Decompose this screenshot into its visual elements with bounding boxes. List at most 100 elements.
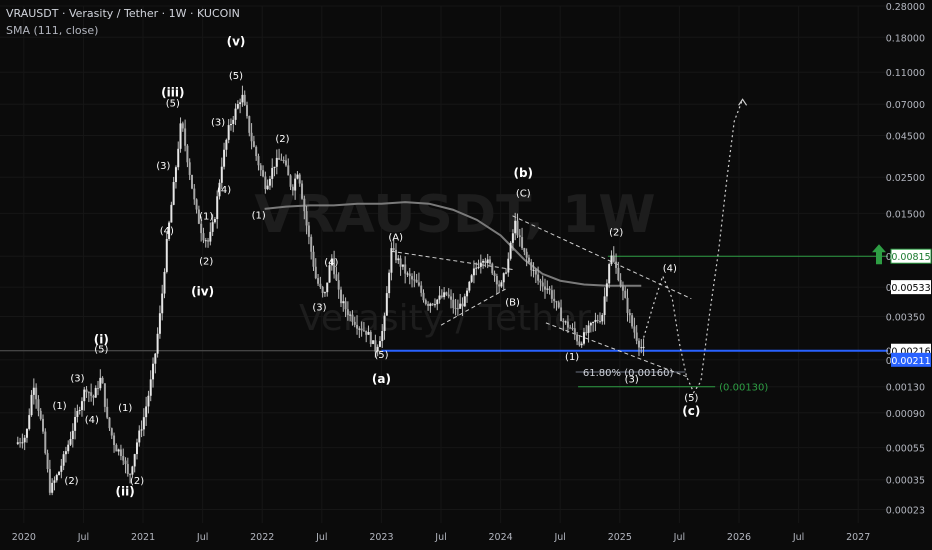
candle-body [610,255,613,265]
time-tick-label: Jul [315,532,327,543]
candle-body [124,460,127,465]
candle-body [149,379,152,396]
candle-body [248,116,251,133]
candle-body [456,308,459,310]
chart-container[interactable]: VRAUSDT, 1W Verasity / Tether 61.80% (0.0… [0,0,932,550]
candle-body [582,332,585,344]
candle-body [236,104,239,109]
candle-body [126,464,129,474]
candle-body [550,290,553,299]
candle-body [488,259,491,264]
candle-body [296,174,299,179]
candle-body [103,383,106,407]
candle-body [475,267,478,269]
projection-path [643,98,748,394]
candle-body [576,334,579,342]
wave-label: (3) [156,161,170,172]
candle-body [319,283,322,287]
candle-body [498,284,501,287]
candle-body [518,235,521,238]
candle-body [67,444,70,452]
time-tick-label: Jul [434,532,446,543]
price-tick-label: 0.00055 [886,444,925,455]
candle-body [415,279,418,283]
time-tick-label: 2023 [369,532,393,543]
candle-body [454,307,457,309]
price-tick-label: 0.00350 [886,313,925,324]
time-tick-label: Jul [196,532,208,543]
candle-body [117,449,120,452]
candle-body [599,321,602,323]
candle-body [76,410,79,418]
wave-label: (B) [505,297,520,308]
time-axis: 2020 Jul 2021 Jul 2022 Jul 2023 Jul 2024 Jul 2025 J… [12,532,871,543]
price-chart[interactable]: VRAUSDT, 1WVerasity / Tether 61.80% (0.0… [0,0,932,550]
candle-body [85,389,88,393]
candle-body [450,296,453,300]
candle-body [477,266,480,268]
candle-body [589,322,592,326]
candle-body [193,188,196,200]
price-badge-text: 0.00815 [891,252,930,263]
projection-curve [643,99,744,394]
candle-body [443,292,446,298]
candle-body [113,435,116,446]
candle-body [369,332,372,344]
trendline [390,250,513,270]
price-tick-label: 0.02500 [886,173,925,184]
candle-body [220,166,223,183]
time-tick-label: 2022 [250,532,274,543]
price-axis-bg [888,0,932,550]
candle-body [445,292,448,295]
price-badge-text: 0.00533 [891,283,930,294]
candle-body [291,186,294,191]
indicator-legend[interactable]: SMA (111, close) [6,24,98,37]
candle-body [397,258,400,261]
candle-body [48,469,51,493]
candle-body [447,294,450,297]
price-tick-label: 0.04500 [886,132,925,143]
candle-body [573,328,576,335]
candle-body [505,272,508,274]
wave-label: (5) [166,98,180,109]
candle-body [392,248,395,250]
wave-label: (2) [275,134,289,145]
candle-body [388,272,391,294]
candle-body [553,298,556,302]
candle-body [461,303,464,307]
candle-body [101,377,104,384]
candle-body [262,170,265,177]
candle-body [97,387,100,389]
candle-body [223,149,226,167]
candle-body [401,264,404,267]
candle-body [209,231,212,242]
candle-body [174,167,177,183]
candle-body [216,196,219,220]
candle-body [463,296,466,307]
candle-body [94,387,97,398]
candle-body [259,165,262,171]
candle-body [28,415,31,429]
candle-body [624,290,627,298]
candle-body [339,289,342,304]
candle-body [321,286,324,293]
candle-body [317,278,320,284]
candle-body [280,159,283,161]
candle-body [637,340,640,348]
candle-body [493,273,496,276]
candle-body [239,102,242,105]
candle-body [362,330,365,332]
candle-body [188,162,191,175]
candle-body [266,185,269,190]
wave-label: (c) [682,404,700,418]
candle-body [195,199,198,210]
candle-body [537,274,540,281]
candle-body [64,451,67,455]
candle-body [314,266,317,279]
candle-body [78,409,81,411]
wave-label: (3) [70,373,84,384]
wave-label: (5) [229,71,243,82]
candle-body [25,428,28,438]
candle-body [516,220,519,236]
candle-body [140,429,143,431]
